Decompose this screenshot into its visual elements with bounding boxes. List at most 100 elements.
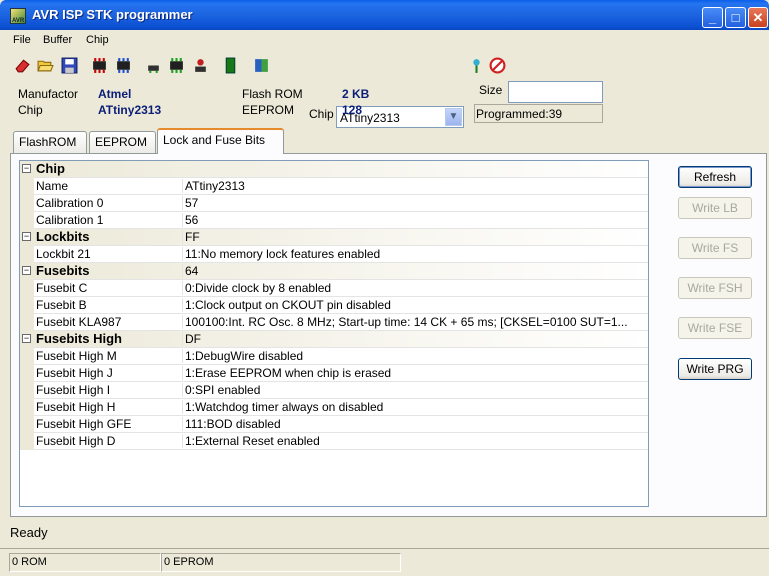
eprom-status: 0 EPROM: [161, 553, 401, 572]
row-gutter: [20, 416, 34, 433]
programmed-count: Programmed:39: [474, 104, 603, 123]
grid-category-row[interactable]: − Fusebits 64: [20, 263, 648, 280]
manufactor-label: Manufactor: [18, 87, 79, 101]
chip-write-icon[interactable]: [115, 57, 132, 74]
flash-rom-label: Flash ROM: [242, 87, 303, 101]
grid-property-row[interactable]: Fusebit B 1:Clock output on CKOUT pin dis…: [20, 297, 648, 314]
property-value: 11:No memory lock features enabled: [182, 247, 647, 261]
lock-fuse-panel: − Chip Name ATtiny2313 Calibration 0 57 Calibr…: [10, 153, 767, 517]
size-input[interactable]: [508, 81, 603, 103]
tab-flashrom[interactable]: FlashROM: [13, 131, 87, 153]
menu-file[interactable]: File: [13, 34, 31, 46]
property-name: Fusebit High GFE: [36, 417, 132, 431]
title-bar[interactable]: AVR AVR ISP STK programmer _ □ ✕: [0, 0, 769, 30]
manufactor-value: Atmel: [98, 87, 132, 101]
grid-property-row[interactable]: Fusebit KLA987 100100:Int. RC Osc. 8 MHz;…: [20, 314, 648, 331]
row-gutter: [20, 212, 34, 229]
connect-icon[interactable]: [468, 57, 485, 74]
grid-category-row[interactable]: − Chip: [20, 161, 648, 178]
toolbar: Chip ATtiny2313 ▼: [0, 52, 769, 128]
window-title: AVR ISP STK programmer: [32, 7, 193, 22]
grid-property-row[interactable]: Fusebit High I 0:SPI enabled: [20, 382, 648, 399]
main-window: AVR AVR ISP STK programmer _ □ ✕ File Bu…: [0, 0, 769, 576]
grid-property-row[interactable]: Fusebit C 0:Divide clock by 8 enabled: [20, 280, 648, 297]
green-chip-icon[interactable]: [222, 57, 239, 74]
grid-property-row[interactable]: Calibration 0 57: [20, 195, 648, 212]
menu-bar: File Buffer Chip: [0, 31, 769, 51]
property-value: 1:DebugWire disabled: [182, 349, 647, 363]
write-lb-button[interactable]: Write LB: [678, 197, 752, 219]
property-name: Lockbit 21: [36, 247, 91, 261]
property-name: Fusebit High I: [36, 383, 111, 397]
property-name: Fusebits: [36, 263, 90, 278]
property-value: FF: [182, 230, 647, 244]
property-name: Fusebit High J: [36, 366, 113, 380]
grid-property-row[interactable]: Fusebit High D 1:External Reset enabled: [20, 433, 648, 450]
write-fse-button[interactable]: Write FSE: [678, 317, 752, 339]
grid-property-row[interactable]: Calibration 1 56: [20, 212, 648, 229]
property-value: 64: [182, 264, 647, 278]
chip-small-green-icon[interactable]: [145, 57, 162, 74]
property-name: Chip: [36, 161, 65, 176]
property-name: Fusebit C: [36, 281, 88, 295]
menu-buffer[interactable]: Buffer: [43, 34, 72, 46]
row-gutter: [20, 297, 34, 314]
open-folder-icon[interactable]: [37, 57, 54, 74]
maximize-button[interactable]: □: [725, 7, 746, 28]
flash-rom-value: 2 KB: [342, 87, 370, 101]
row-gutter: [20, 399, 34, 416]
property-name: Fusebit High D: [36, 434, 116, 448]
grid-category-row[interactable]: − Lockbits FF: [20, 229, 648, 246]
property-grid[interactable]: − Chip Name ATtiny2313 Calibration 0 57 Calibr…: [19, 160, 649, 507]
grid-category-row[interactable]: − Fusebits High DF: [20, 331, 648, 348]
grid-property-row[interactable]: Name ATtiny2313: [20, 178, 648, 195]
stop-icon[interactable]: [489, 57, 506, 74]
row-gutter: [20, 382, 34, 399]
size-label: Size: [479, 83, 503, 97]
grid-property-row[interactable]: Fusebit High H 1:Watchdog timer always on…: [20, 399, 648, 416]
close-button[interactable]: ✕: [748, 7, 768, 28]
status-text: Ready: [10, 525, 48, 540]
tab-lock-fuse-bits[interactable]: Lock and Fuse Bits: [157, 128, 284, 154]
row-gutter: [20, 195, 34, 212]
chip-read-icon[interactable]: [91, 57, 108, 74]
grid-property-row[interactable]: Fusebit High J 1:Erase EEPROM when chip i…: [20, 365, 648, 382]
property-value: DF: [182, 332, 647, 346]
eeprom-value: 128: [342, 103, 363, 117]
chip-info-value: ATtiny2313: [98, 103, 162, 117]
write-prg-button[interactable]: Write PRG: [678, 358, 752, 380]
chip-erase-icon[interactable]: [192, 57, 209, 74]
tab-eeprom[interactable]: EEPROM: [89, 131, 156, 153]
row-gutter: [20, 246, 34, 263]
property-value: 1:Erase EEPROM when chip is erased: [182, 366, 647, 380]
property-value: 100100:Int. RC Osc. 8 MHz; Start-up time…: [182, 315, 647, 329]
collapse-icon[interactable]: −: [22, 266, 31, 275]
property-value: 0:Divide clock by 8 enabled: [182, 281, 647, 295]
status-bar: 0 ROM 0 EPROM: [0, 548, 769, 576]
row-gutter: −: [20, 161, 34, 178]
menu-chip[interactable]: Chip: [86, 34, 109, 46]
collapse-icon[interactable]: −: [22, 164, 31, 173]
row-gutter: −: [20, 331, 34, 348]
property-value: 0:SPI enabled: [182, 383, 647, 397]
collapse-icon[interactable]: −: [22, 334, 31, 343]
grid-property-row[interactable]: Fusebit High M 1:DebugWire disabled: [20, 348, 648, 365]
write-fs-button[interactable]: Write FS: [678, 237, 752, 259]
app-icon: AVR: [10, 8, 26, 24]
grid-property-row[interactable]: Lockbit 21 11:No memory lock features ena…: [20, 246, 648, 263]
property-value: 56: [182, 213, 647, 227]
refresh-button[interactable]: Refresh: [678, 166, 752, 188]
property-value: 57: [182, 196, 647, 210]
write-fsh-button[interactable]: Write FSH: [678, 277, 752, 299]
property-name: Calibration 1: [36, 213, 104, 227]
save-icon[interactable]: [61, 57, 78, 74]
row-gutter: [20, 314, 34, 331]
book-icon[interactable]: [253, 57, 270, 74]
chip-verify-icon[interactable]: [168, 57, 185, 74]
eraser-icon[interactable]: [14, 57, 31, 74]
grid-property-row[interactable]: Fusebit High GFE 111:BOD disabled: [20, 416, 648, 433]
property-name: Lockbits: [36, 229, 90, 244]
row-gutter: [20, 365, 34, 382]
minimize-button[interactable]: _: [702, 7, 723, 28]
collapse-icon[interactable]: −: [22, 232, 31, 241]
